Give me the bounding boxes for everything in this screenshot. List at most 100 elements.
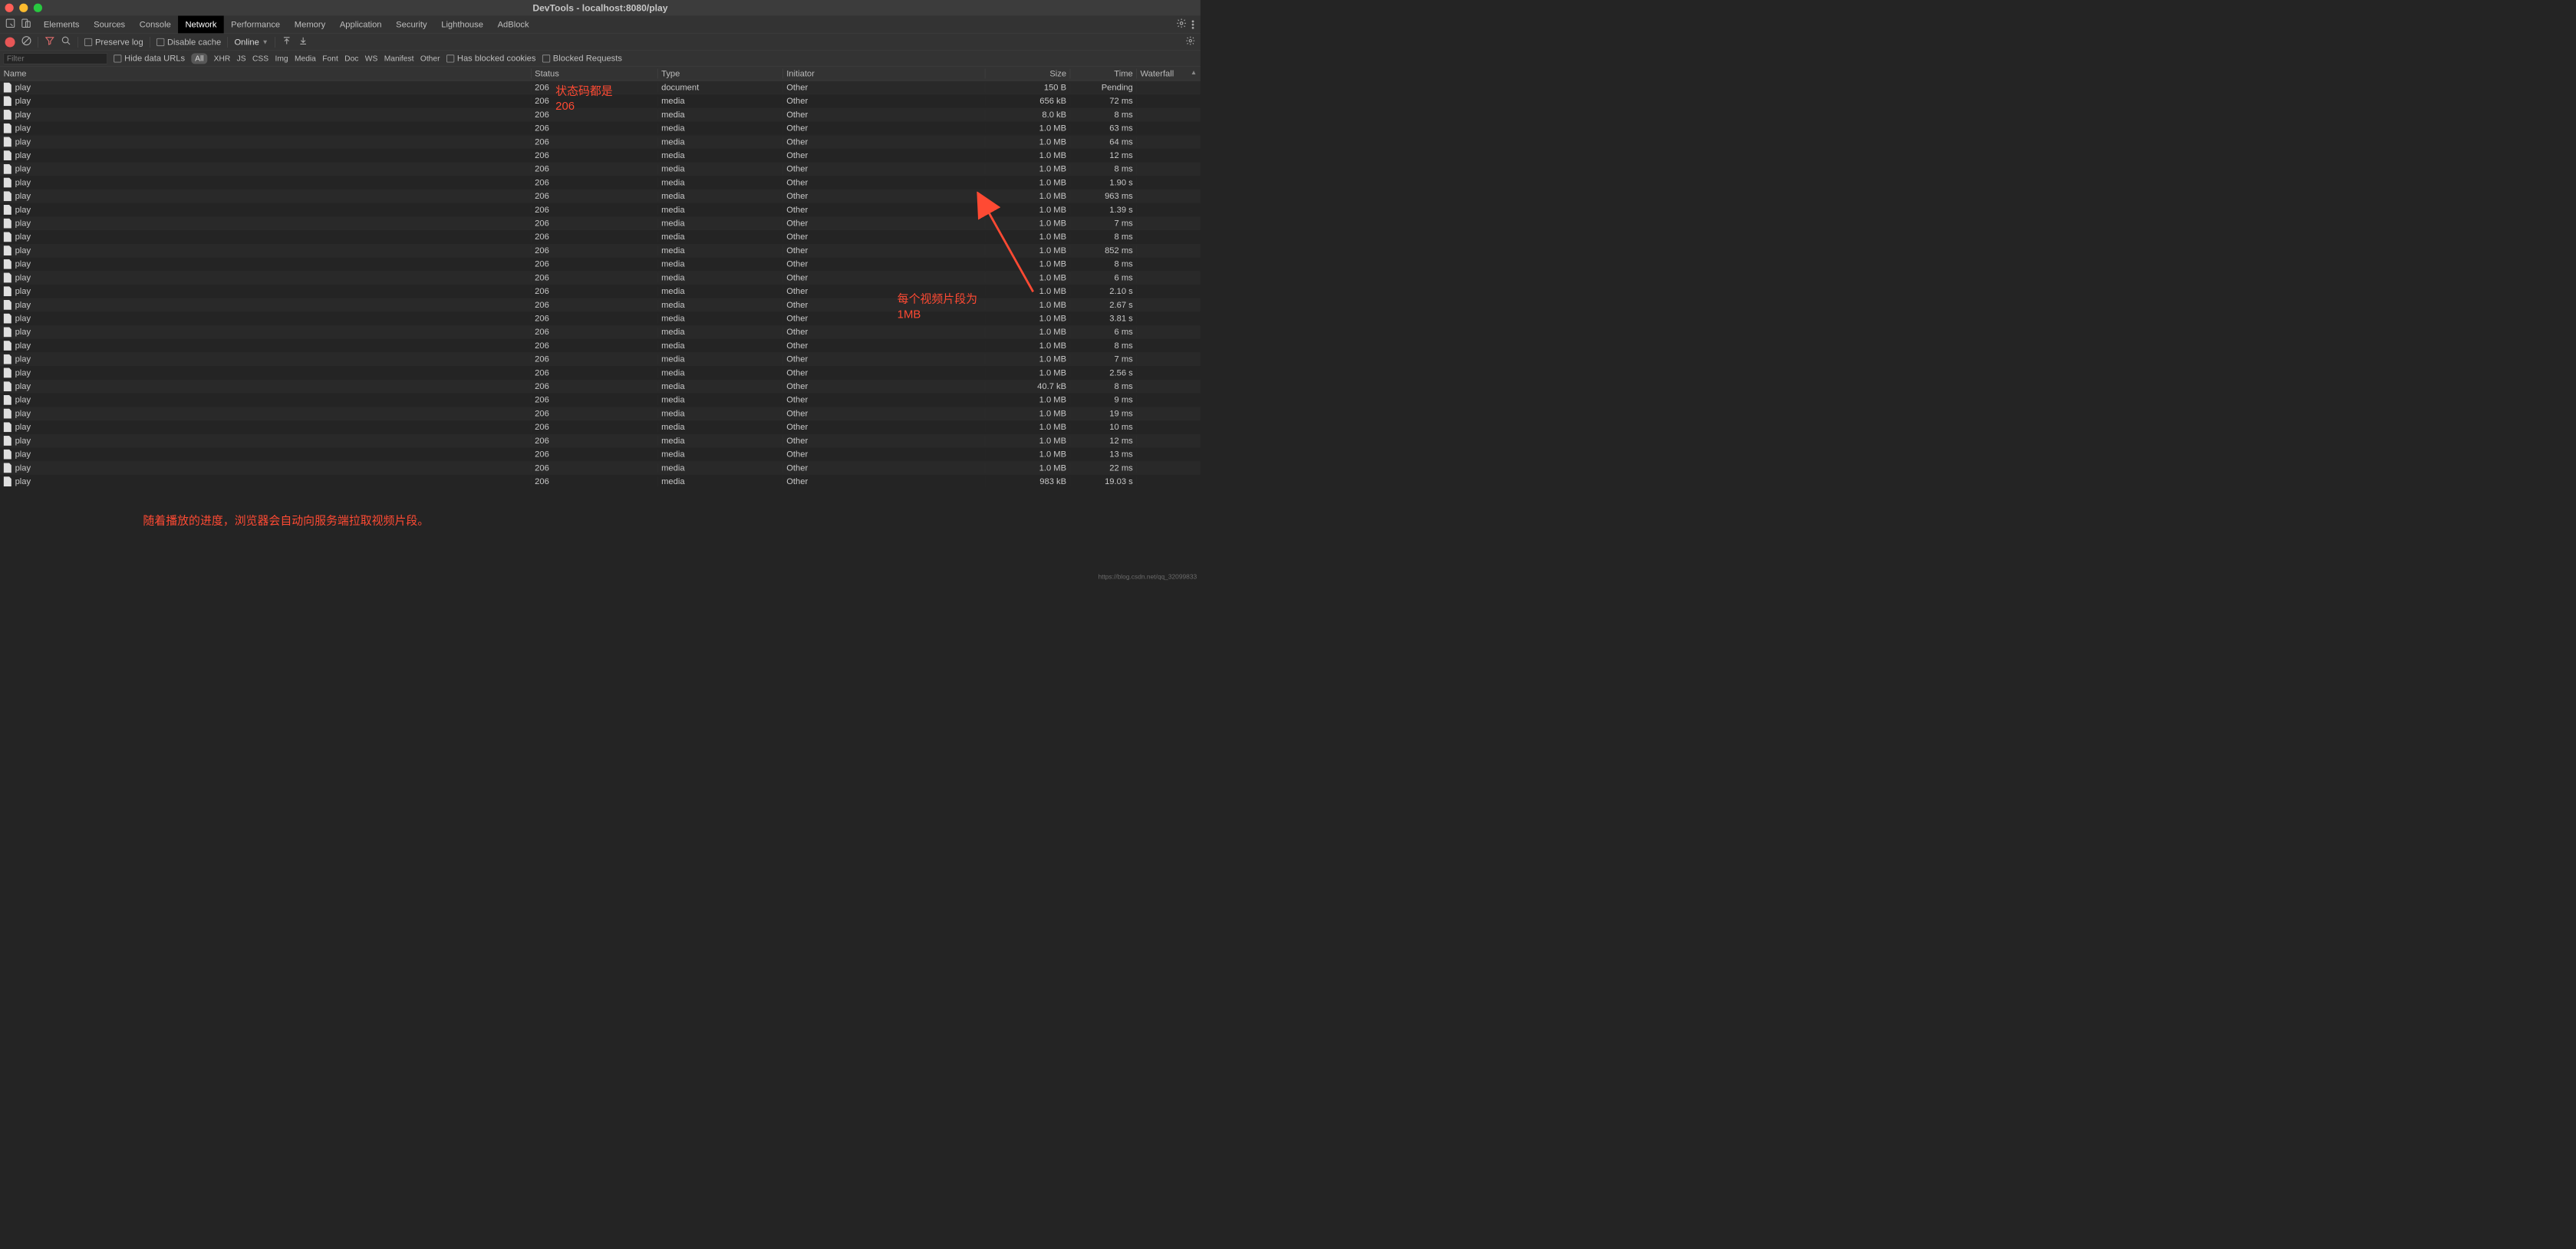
maximize-window-icon[interactable]: [34, 4, 42, 12]
table-row[interactable]: play206mediaOther1.0 MB852 ms: [0, 244, 1201, 258]
table-row[interactable]: play206mediaOther1.0 MB8 ms: [0, 163, 1201, 176]
filter-type-css[interactable]: CSS: [252, 54, 268, 63]
request-size: 1.0 MB: [985, 463, 1070, 473]
tab-elements[interactable]: Elements: [37, 16, 87, 34]
request-name: play: [15, 124, 31, 133]
device-toggle-icon[interactable]: [21, 18, 31, 31]
col-header-waterfall[interactable]: Waterfall▲: [1137, 68, 1201, 78]
table-row[interactable]: play206mediaOther1.0 MB2.56 s: [0, 366, 1201, 380]
table-row[interactable]: play206mediaOther1.0 MB9 ms: [0, 394, 1201, 407]
table-row[interactable]: play206mediaOther1.0 MB12 ms: [0, 149, 1201, 163]
col-header-initiator[interactable]: Initiator: [783, 68, 986, 78]
file-icon: [4, 232, 12, 242]
request-size: 1.0 MB: [985, 137, 1070, 147]
request-size: 1.0 MB: [985, 218, 1070, 228]
file-icon: [4, 286, 12, 296]
clear-icon[interactable]: [21, 36, 31, 48]
upload-har-icon[interactable]: [282, 36, 292, 48]
hide-data-urls-checkbox[interactable]: Hide data URLs: [114, 54, 185, 64]
download-har-icon[interactable]: [298, 36, 308, 48]
table-row[interactable]: play206mediaOther1.0 MB3.81 s: [0, 311, 1201, 325]
request-size: 1.0 MB: [985, 272, 1070, 282]
table-row[interactable]: play206mediaOther1.0 MB2.10 s: [0, 285, 1201, 298]
tab-performance[interactable]: Performance: [224, 16, 288, 34]
table-row[interactable]: play206mediaOther1.0 MB13 ms: [0, 447, 1201, 461]
table-row[interactable]: play206mediaOther1.0 MB7 ms: [0, 216, 1201, 230]
file-icon: [4, 408, 12, 418]
request-initiator: Other: [783, 395, 986, 405]
has-blocked-cookies-checkbox[interactable]: Has blocked cookies: [446, 54, 536, 64]
table-row[interactable]: play206mediaOther1.0 MB1.39 s: [0, 203, 1201, 217]
table-row[interactable]: play206mediaOther1.0 MB2.67 s: [0, 298, 1201, 312]
table-row[interactable]: play206mediaOther1.0 MB64 ms: [0, 135, 1201, 149]
request-initiator: Other: [783, 137, 986, 147]
table-row[interactable]: play206mediaOther1.0 MB63 ms: [0, 121, 1201, 135]
table-row[interactable]: play206mediaOther1.0 MB19 ms: [0, 407, 1201, 420]
table-row[interactable]: play206mediaOther1.0 MB8 ms: [0, 230, 1201, 244]
table-row[interactable]: play206mediaOther1.0 MB10 ms: [0, 420, 1201, 434]
col-header-type[interactable]: Type: [657, 68, 782, 78]
table-row[interactable]: play206mediaOther40.7 kB8 ms: [0, 380, 1201, 394]
request-size: 1.0 MB: [985, 286, 1070, 296]
col-header-status[interactable]: Status: [531, 68, 657, 78]
request-size: 1.0 MB: [985, 436, 1070, 446]
table-row[interactable]: play206mediaOther1.0 MB6 ms: [0, 325, 1201, 339]
tab-memory[interactable]: Memory: [287, 16, 332, 34]
filter-input[interactable]: [4, 53, 107, 64]
table-row[interactable]: play206mediaOther1.0 MB7 ms: [0, 352, 1201, 366]
request-initiator: Other: [783, 436, 986, 446]
settings-gear-icon[interactable]: [1176, 18, 1187, 31]
filter-funnel-icon[interactable]: [44, 36, 54, 48]
disable-cache-checkbox[interactable]: Disable cache: [156, 37, 221, 47]
inspect-element-icon[interactable]: [5, 18, 16, 31]
table-row[interactable]: play206mediaOther1.0 MB22 ms: [0, 461, 1201, 475]
tab-lighthouse[interactable]: Lighthouse: [434, 16, 490, 34]
search-icon[interactable]: [61, 36, 71, 48]
col-header-name[interactable]: Name: [0, 68, 531, 78]
preserve-log-checkbox[interactable]: Preserve log: [84, 37, 143, 47]
filter-type-media[interactable]: Media: [295, 54, 316, 63]
filter-type-ws[interactable]: WS: [365, 54, 378, 63]
filter-type-other[interactable]: Other: [420, 54, 440, 63]
filter-type-all[interactable]: All: [192, 53, 208, 64]
record-button[interactable]: [5, 37, 15, 47]
request-type: media: [657, 463, 782, 473]
filter-type-manifest[interactable]: Manifest: [384, 54, 414, 63]
table-row[interactable]: play206mediaOther1.0 MB6 ms: [0, 271, 1201, 285]
tab-sources[interactable]: Sources: [87, 16, 133, 34]
tab-application[interactable]: Application: [332, 16, 388, 34]
col-header-size[interactable]: Size: [985, 68, 1070, 78]
throttling-select[interactable]: Online▼: [234, 37, 268, 47]
filter-type-img[interactable]: Img: [275, 54, 288, 63]
tab-adblock[interactable]: AdBlock: [490, 16, 536, 34]
table-row[interactable]: play206mediaOther1.0 MB12 ms: [0, 434, 1201, 448]
request-time: 2.56 s: [1070, 367, 1137, 377]
table-row[interactable]: play206mediaOther1.0 MB8 ms: [0, 339, 1201, 353]
kebab-menu-icon[interactable]: [1192, 19, 1195, 30]
minimize-window-icon[interactable]: [19, 4, 28, 12]
request-name: play: [15, 395, 31, 405]
tab-network[interactable]: Network: [178, 16, 224, 34]
table-row[interactable]: play206mediaOther1.0 MB8 ms: [0, 258, 1201, 272]
request-status: 206: [531, 272, 657, 282]
filter-type-font[interactable]: Font: [322, 54, 338, 63]
table-row[interactable]: play206mediaOther8.0 kB8 ms: [0, 108, 1201, 122]
filter-type-doc[interactable]: Doc: [344, 54, 358, 63]
request-initiator: Other: [783, 259, 986, 269]
blocked-requests-checkbox[interactable]: Blocked Requests: [542, 54, 622, 64]
network-settings-gear-icon[interactable]: [1185, 36, 1195, 48]
tab-console[interactable]: Console: [132, 16, 178, 34]
tab-security[interactable]: Security: [389, 16, 434, 34]
table-row[interactable]: play206mediaOther1.0 MB963 ms: [0, 189, 1201, 203]
table-row[interactable]: play206mediaOther983 kB19.03 s: [0, 475, 1201, 489]
request-type: media: [657, 232, 782, 242]
table-row[interactable]: play206documentOther150 BPending: [0, 81, 1201, 94]
close-window-icon[interactable]: [5, 4, 14, 12]
filter-type-xhr[interactable]: XHR: [214, 54, 231, 63]
file-icon: [4, 381, 12, 391]
request-initiator: Other: [783, 367, 986, 377]
col-header-time[interactable]: Time: [1070, 68, 1137, 78]
filter-type-js[interactable]: JS: [237, 54, 246, 63]
table-row[interactable]: play206mediaOther656 kB72 ms: [0, 94, 1201, 108]
table-row[interactable]: play206mediaOther1.0 MB1.90 s: [0, 176, 1201, 189]
